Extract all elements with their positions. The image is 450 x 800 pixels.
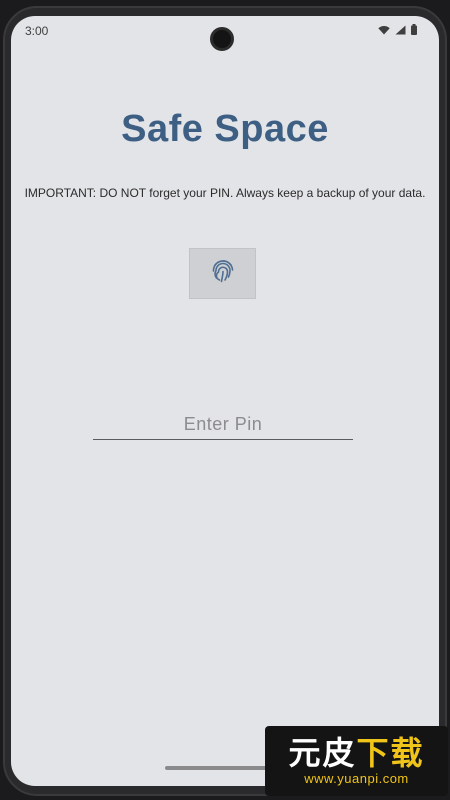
pin-input[interactable] bbox=[93, 410, 353, 440]
signal-icon bbox=[395, 25, 406, 35]
status-icons bbox=[378, 24, 417, 35]
watermark-url: www.yuanpi.com bbox=[304, 771, 409, 786]
status-time: 3:00 bbox=[25, 24, 49, 38]
watermark-title-part1: 元皮 bbox=[288, 735, 357, 771]
screen: 3:00 Safe Space IMPORTANT: DO NOT forget… bbox=[11, 16, 439, 786]
battery-icon bbox=[411, 24, 417, 35]
app-title: Safe Space bbox=[121, 108, 329, 150]
watermark-title-part2: 下载 bbox=[356, 735, 425, 771]
wifi-icon bbox=[378, 25, 390, 35]
watermark-title: 元皮下载 bbox=[288, 735, 424, 771]
front-camera bbox=[210, 27, 234, 51]
pin-warning-text: IMPORTANT: DO NOT forget your PIN. Alway… bbox=[24, 186, 426, 200]
watermark-logo: 元皮下载 www.yuanpi.com bbox=[265, 726, 448, 796]
fingerprint-icon bbox=[209, 257, 237, 290]
fingerprint-button[interactable] bbox=[189, 248, 256, 299]
status-bar: 3:00 bbox=[11, 16, 439, 51]
device: 3:00 Safe Space IMPORTANT: DO NOT forget… bbox=[0, 0, 450, 800]
